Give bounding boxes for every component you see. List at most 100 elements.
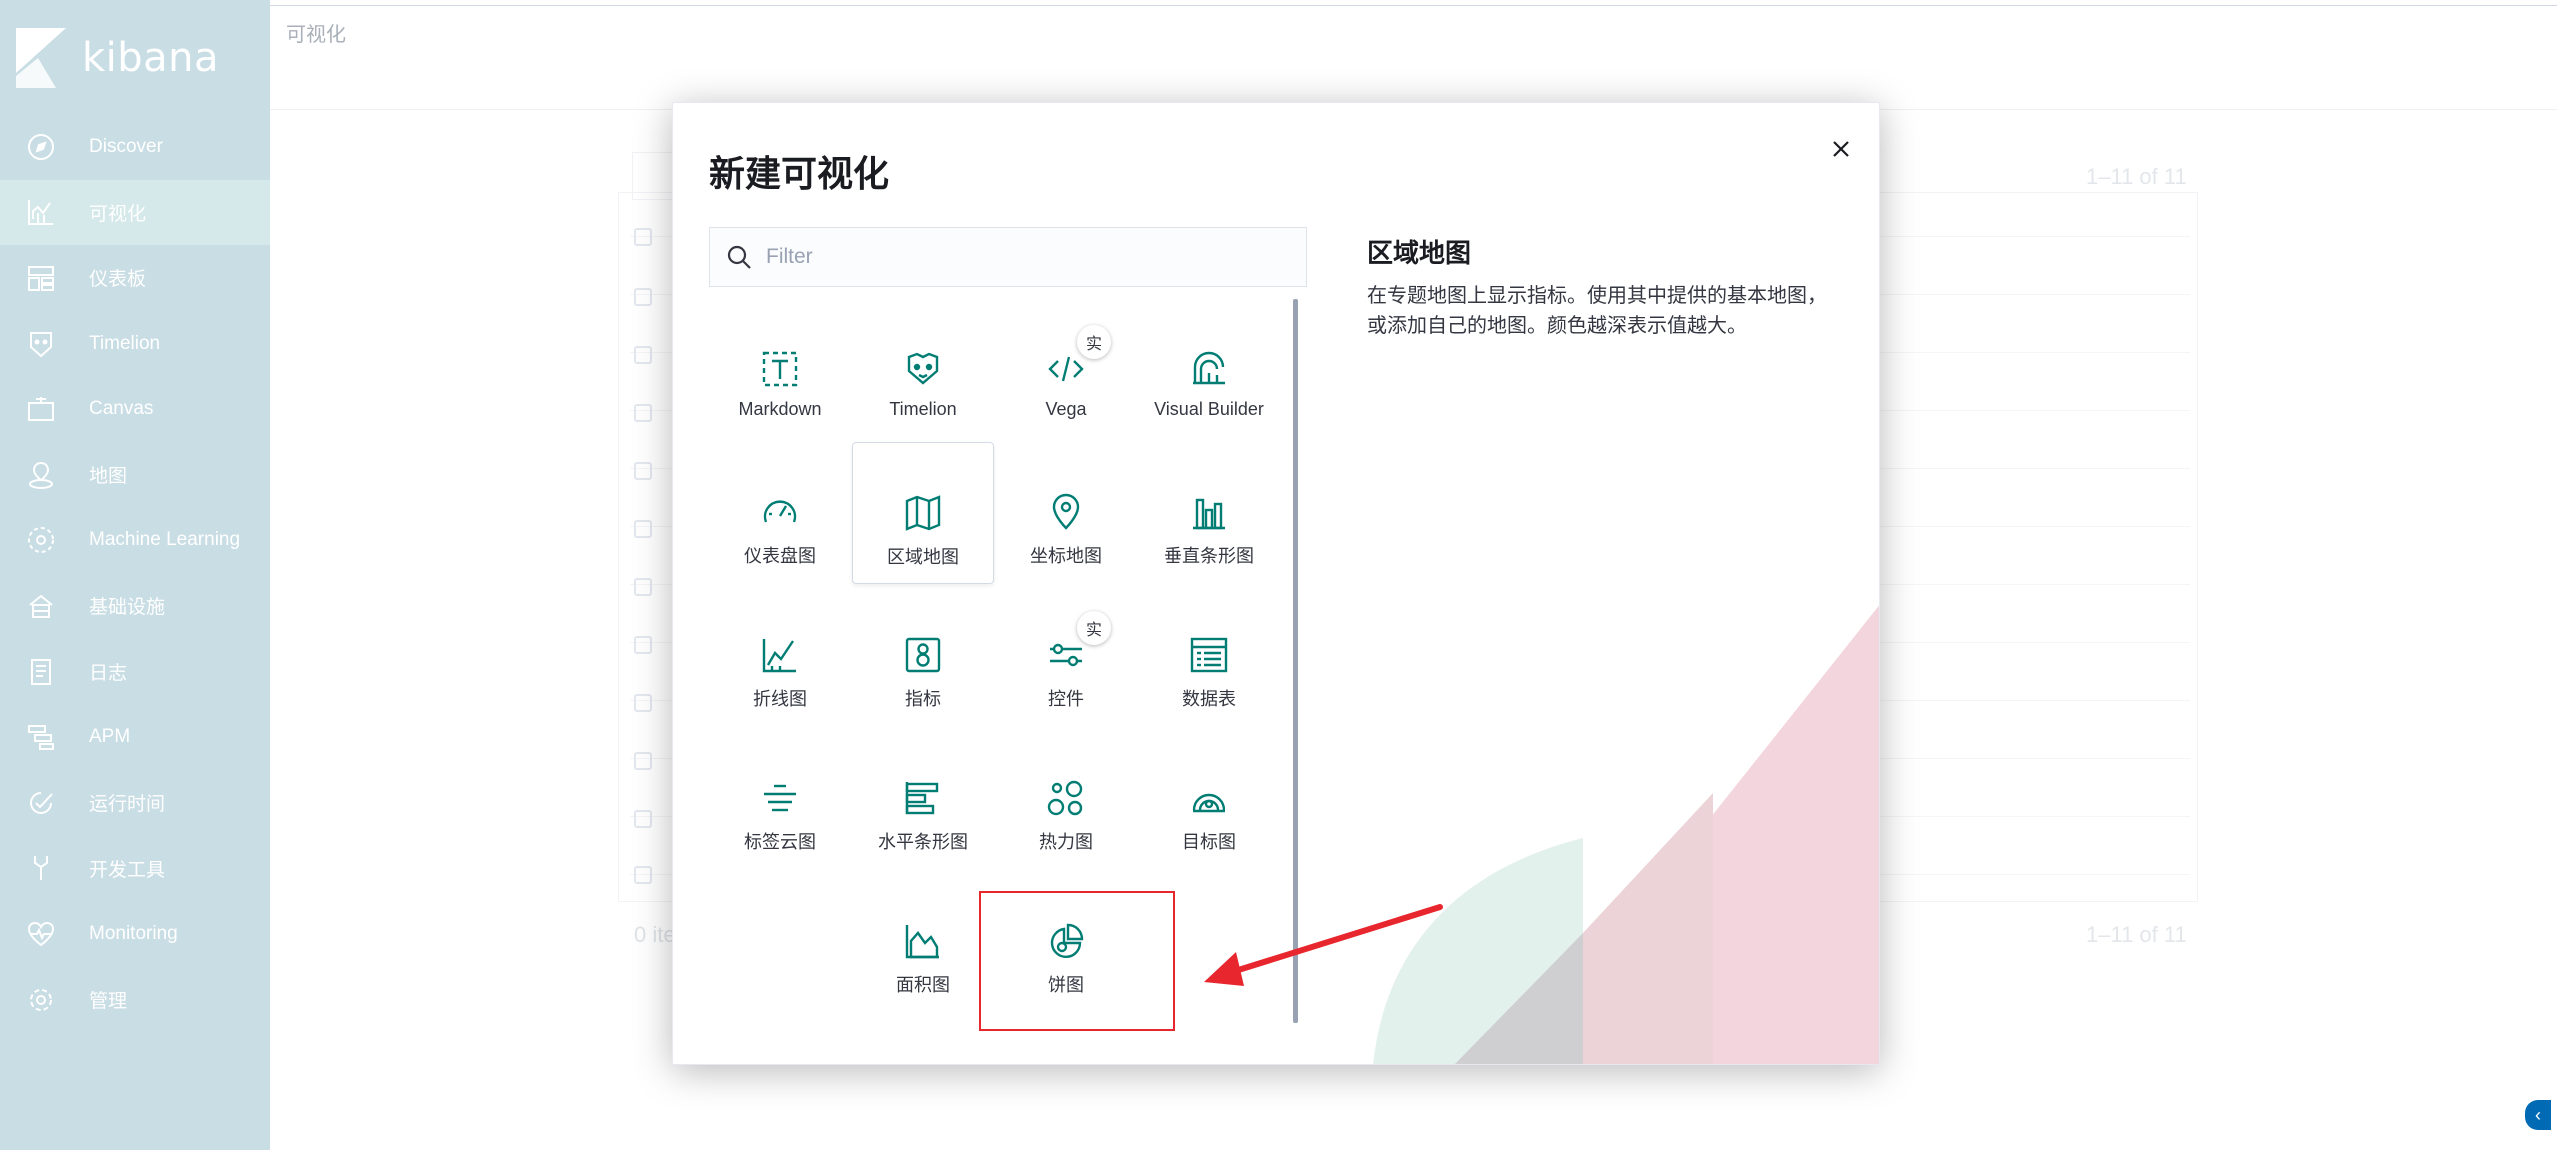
tile-region-map[interactable]: 区域地图 [852, 442, 994, 584]
filter-input[interactable] [766, 245, 1286, 269]
sidebar-item-label: Monitoring [89, 922, 178, 944]
tile-controls[interactable]: 控件 实 [995, 585, 1137, 727]
pager-bottom: 1–11 of 11 [2086, 922, 2187, 947]
timelion-icon [25, 328, 57, 360]
tile-tag-cloud[interactable]: 标签云图 [709, 728, 851, 870]
sidebar-item-machine-learning[interactable]: Machine Learning [0, 508, 270, 574]
row-checkbox[interactable] [634, 810, 652, 828]
tile-vertical-bar[interactable]: 垂直条形图 [1138, 442, 1280, 584]
compass-icon [25, 131, 57, 163]
horizontal-bar-icon [903, 778, 943, 818]
row-checkbox[interactable] [634, 288, 652, 306]
row-checkbox[interactable] [634, 694, 652, 712]
page-header: 可视化 [270, 6, 2557, 110]
kibana-logo[interactable]: kibana [16, 28, 219, 88]
close-button[interactable] [1823, 131, 1859, 167]
tile-label: Vega [1045, 399, 1087, 419]
tile-label: Visual Builder [1154, 399, 1264, 419]
description-text: 在专题地图上显示指标。使用其中提供的基本地图，或添加自己的地图。颜色越深表示值越… [1367, 285, 1827, 337]
sidebar-item-label: 管理 [89, 991, 128, 1013]
logo-text: kibana [82, 35, 220, 81]
tile-line-chart[interactable]: 折线图 [709, 585, 851, 727]
filter-field[interactable] [709, 227, 1307, 287]
row-checkbox[interactable] [634, 404, 652, 422]
goal-icon [1189, 778, 1229, 818]
tile-goal[interactable]: 目标图 [1138, 728, 1280, 870]
tile-timelion[interactable]: Timelion [852, 299, 994, 441]
sidebar-item-discover[interactable]: Discover [0, 114, 270, 180]
row-checkbox[interactable] [634, 752, 652, 770]
tile-label: 仪表盘图 [744, 546, 816, 566]
row-checkbox[interactable] [634, 520, 652, 538]
infrastructure-icon [25, 590, 57, 622]
sidebar-item-management[interactable]: 管理 [0, 967, 270, 1033]
row-checkbox[interactable] [634, 346, 652, 364]
tag-cloud-icon [760, 778, 800, 818]
tile-horizontal-bar[interactable]: 水平条形图 [852, 728, 994, 870]
tile-area-chart[interactable]: 面积图 [852, 871, 994, 1013]
sidebar-item-label: 运行时间 [89, 794, 166, 816]
sidebar-item-logs[interactable]: 日志 [0, 639, 270, 705]
canvas-icon [25, 393, 57, 425]
markdown-icon [760, 349, 800, 389]
visualize-icon [25, 196, 57, 228]
tile-label: 控件 [1048, 689, 1084, 709]
sidebar-item-devtools[interactable]: 开发工具 [0, 836, 270, 902]
dashboard-icon [25, 262, 57, 294]
uptime-icon [25, 787, 57, 819]
experimental-badge[interactable]: 实 [1077, 325, 1111, 359]
tile-label: 指标 [905, 689, 941, 709]
sidebar-item-label: Discover [89, 135, 163, 157]
tile-metric[interactable]: 指标 [852, 585, 994, 727]
sidebar-item-label: Canvas [89, 398, 154, 420]
new-visualization-modal: 新建可视化 Markdown Timelion Vega 实 [672, 102, 1880, 1065]
row-checkbox[interactable] [634, 228, 652, 246]
tile-list-scrollbar[interactable] [1293, 299, 1298, 1023]
row-checkbox[interactable] [634, 866, 652, 884]
tile-coordinate-map[interactable]: 坐标地图 [995, 442, 1137, 584]
sidebar-item-uptime[interactable]: 运行时间 [0, 770, 270, 836]
sidebar-item-dashboard[interactable]: 仪表板 [0, 245, 270, 311]
sidebar: kibana Discover 可视化 仪表板 Timelion Canvas … [0, 0, 270, 1150]
metric-icon [903, 635, 943, 675]
heatmap-icon [1046, 778, 1086, 818]
row-checkbox[interactable] [634, 636, 652, 654]
timelion-icon [903, 349, 943, 389]
sidebar-item-label: 可视化 [89, 203, 147, 225]
maps-icon [25, 459, 57, 491]
sidebar-item-monitoring[interactable]: Monitoring [0, 901, 270, 967]
line-chart-icon [760, 635, 800, 675]
sidebar-item-canvas[interactable]: Canvas [0, 376, 270, 442]
breadcrumb[interactable]: 可视化 [286, 18, 346, 47]
region-map-icon [903, 493, 943, 533]
tile-label: 热力图 [1039, 832, 1093, 852]
close-icon [1833, 141, 1849, 157]
sidebar-item-visualize[interactable]: 可视化 [0, 179, 270, 246]
sidebar-item-label: 开发工具 [89, 859, 166, 881]
experimental-badge[interactable]: 实 [1077, 611, 1111, 645]
sidebar-item-maps[interactable]: 地图 [0, 442, 270, 508]
row-checkbox[interactable] [634, 462, 652, 480]
search-icon [724, 242, 754, 272]
tile-label: 坐标地图 [1030, 546, 1102, 566]
visual-builder-icon [1189, 349, 1229, 389]
tile-label: Markdown [738, 399, 822, 419]
collapse-chevron-icon[interactable]: ‹ [2525, 1100, 2551, 1130]
tile-heatmap[interactable]: 热力图 [995, 728, 1137, 870]
sidebar-item-apm[interactable]: APM [0, 704, 270, 770]
items-count: 0 ite [634, 922, 676, 947]
tile-label: Timelion [889, 399, 957, 419]
area-chart-icon [903, 921, 943, 961]
sidebar-item-timelion[interactable]: Timelion [0, 311, 270, 377]
tile-markdown[interactable]: Markdown [709, 299, 851, 441]
tile-data-table[interactable]: 数据表 [1138, 585, 1280, 727]
tile-gauge[interactable]: 仪表盘图 [709, 442, 851, 584]
sidebar-item-infrastructure[interactable]: 基础设施 [0, 573, 270, 639]
tile-label: 数据表 [1182, 689, 1236, 709]
sidebar-item-label: 仪表板 [89, 269, 147, 291]
tile-visual-builder[interactable]: Visual Builder [1138, 299, 1280, 441]
tile-vega[interactable]: Vega 实 [995, 299, 1137, 441]
row-checkbox[interactable] [634, 578, 652, 596]
tile-label: 面积图 [896, 975, 950, 995]
sidebar-item-label: APM [89, 726, 131, 748]
